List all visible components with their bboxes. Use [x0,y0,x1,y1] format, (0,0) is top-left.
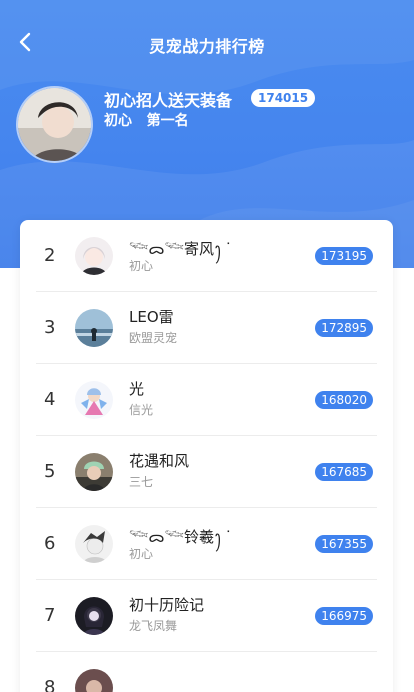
player-group: 龙飞凤舞 [129,619,178,633]
rank-number: 2 [44,245,56,266]
player-name: 光 [129,380,145,398]
list-item[interactable]: 6 𓆝ᯅ𓆝铃羲ꫂ ᐝ 初心 167355 [36,508,377,580]
ranking-list: 2 𓆝ᯅ𓆝寄风ꫂ ᐝ 初心 173195 3 LEO雷 欧盟灵宠 172895 … [20,220,393,692]
rank-number: 6 [44,533,56,554]
list-item[interactable]: 3 LEO雷 欧盟灵宠 172895 [36,292,377,364]
player-group: 三七 [129,475,154,489]
my-score-badge: 174015 [251,89,316,107]
player-name: 花遇和风 [129,452,190,470]
score-badge: 167355 [315,535,373,553]
score-badge: 166975 [315,607,373,625]
player-group: 初心 [129,259,154,273]
avatar [75,381,113,419]
rank-number: 3 [44,317,56,338]
rank-number: 8 [44,677,56,692]
avatar [75,237,113,275]
avatar [75,669,113,692]
list-item[interactable]: 4 光 信光 168020 [36,364,377,436]
player-name: LEO雷 [129,308,174,326]
list-item[interactable]: 8 [36,652,377,692]
score-badge: 173195 [315,247,373,265]
my-name: 初心招人送天装备 [104,91,233,110]
score-badge: 172895 [315,319,373,337]
player-name: 初十历险记 [129,596,205,614]
rank-number: 7 [44,605,56,626]
list-item[interactable]: 2 𓆝ᯅ𓆝寄风ꫂ ᐝ 初心 173195 [36,220,377,292]
rank-number: 5 [44,461,56,482]
my-rank-info: 初心 第一名 [104,113,189,129]
list-item[interactable]: 7 初十历险记 龙飞凤舞 166975 [36,580,377,652]
rank-number: 4 [44,389,56,410]
avatar [75,525,113,563]
page-title: 灵宠战力排行榜 [149,37,265,56]
player-group: 信光 [129,403,154,417]
player-group: 初心 [129,547,154,561]
avatar [75,453,113,491]
avatar [75,309,113,347]
avatar [75,597,113,635]
list-item[interactable]: 5 花遇和风 三七 167685 [36,436,377,508]
score-badge: 168020 [315,391,373,409]
score-badge: 167685 [315,463,373,481]
player-group: 欧盟灵宠 [129,331,178,345]
my-avatar[interactable] [16,86,93,163]
